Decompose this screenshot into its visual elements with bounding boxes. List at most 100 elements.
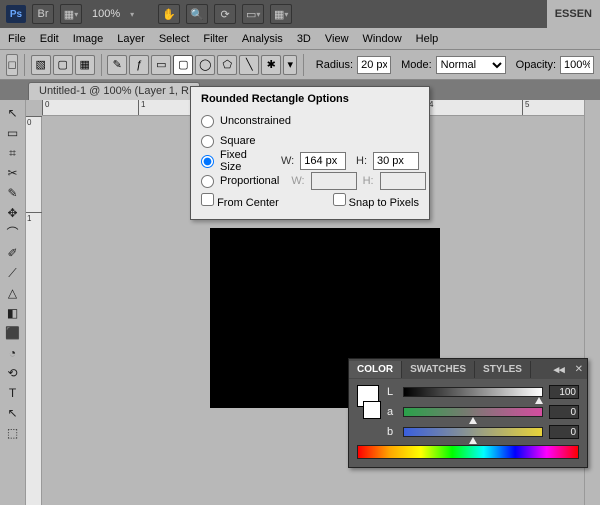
panel-collapse-icon[interactable]: ◂◂ (548, 360, 571, 379)
healing-tool[interactable]: ✥ (3, 204, 23, 222)
a-slider[interactable] (403, 407, 543, 417)
custom-shape-icon[interactable]: ✱ (261, 55, 281, 75)
menu-3d[interactable]: 3D (297, 33, 311, 45)
fixed-size-label: Fixed Size (220, 149, 267, 173)
blur-tool[interactable]: ⬛ (3, 324, 23, 342)
color-panel[interactable]: COLOR SWATCHES STYLES ◂◂ ✕ L a b (348, 358, 588, 468)
freeform-pen-icon[interactable]: ƒ (129, 55, 149, 75)
from-center-checkbox[interactable] (201, 193, 214, 206)
rotate-view-button[interactable]: ⟳ (214, 4, 236, 24)
workspace-label[interactable]: ESSEN (547, 0, 600, 28)
ellipse-icon[interactable]: ◯ (195, 55, 215, 75)
color-panel-titlebar[interactable]: COLOR SWATCHES STYLES ◂◂ ✕ (349, 359, 587, 379)
zoom-menu-icon[interactable]: ▾ (130, 10, 134, 19)
L-slider[interactable] (403, 387, 543, 397)
lasso-tool[interactable]: ⌗ (3, 144, 23, 162)
menu-image[interactable]: Image (73, 33, 104, 45)
bridge-button[interactable]: Br (32, 4, 54, 24)
ruler-v-tick: 1 (26, 212, 42, 223)
b-value[interactable] (549, 425, 579, 439)
rectangle-icon[interactable]: ▭ (151, 55, 171, 75)
zoom-tool-button[interactable]: 🔍 (186, 4, 208, 24)
document-tab[interactable]: Untitled-1 @ 100% (Layer 1, R (28, 82, 200, 100)
type-tool[interactable]: T (3, 384, 23, 402)
width-input[interactable] (300, 152, 346, 170)
proportional-radio[interactable] (201, 175, 214, 188)
marquee-tool[interactable]: ▭ (3, 124, 23, 142)
shape-layers-button[interactable]: ▧ (31, 55, 51, 75)
eyedropper-tool[interactable]: ✎ (3, 184, 23, 202)
menu-filter[interactable]: Filter (203, 33, 227, 45)
polygon-icon[interactable]: ⬠ (217, 55, 237, 75)
prop-height-input (380, 172, 426, 190)
menu-file[interactable]: File (8, 33, 26, 45)
eraser-tool[interactable]: △ (3, 284, 23, 302)
fill-pixels-button[interactable]: ▦ (75, 55, 95, 75)
b-thumb[interactable] (469, 437, 477, 444)
L-thumb[interactable] (535, 397, 543, 404)
opacity-input[interactable] (560, 56, 594, 74)
path-select-tool[interactable]: ↖ (3, 404, 23, 422)
line-icon[interactable]: ╲ (239, 55, 259, 75)
rounded-rectangle-icon[interactable]: ▢ (173, 55, 193, 75)
paths-button[interactable]: ▢ (53, 55, 73, 75)
menu-bar: File Edit Image Layer Select Filter Anal… (0, 28, 600, 50)
gradient-tool[interactable]: ◧ (3, 304, 23, 322)
shape-layer-mode: ▧ ▢ ▦ (31, 55, 95, 75)
ruler-h-tick: 5 (522, 100, 529, 116)
tools-panel: ↖ ▭ ⌗ ✂ ✎ ✥ ⌒ ✐ ⟋ △ ◧ ⬛ ◔ ⟲ T ↖ ⬚ (0, 100, 26, 505)
height-input[interactable] (373, 152, 419, 170)
brush-tool[interactable]: ⌒ (3, 224, 23, 242)
height-label: H: (352, 155, 367, 167)
menu-window[interactable]: Window (363, 33, 402, 45)
background-swatch[interactable] (363, 401, 381, 419)
snap-label: Snap to Pixels (349, 197, 419, 209)
menu-edit[interactable]: Edit (40, 33, 59, 45)
menu-analysis[interactable]: Analysis (242, 33, 283, 45)
extras-button[interactable]: ▦▾ (270, 4, 292, 24)
square-label: Square (220, 135, 255, 147)
a-value[interactable] (549, 405, 579, 419)
shape-options-chevron-icon[interactable]: ▾ (283, 55, 297, 75)
square-radio[interactable] (201, 135, 214, 148)
pen-tool[interactable]: ⟲ (3, 364, 23, 382)
prop-width-input (311, 172, 357, 190)
current-tool-icon[interactable]: ◻ (6, 54, 18, 76)
shape-tool[interactable]: ⬚ (3, 424, 23, 442)
pen-icon[interactable]: ✎ (107, 55, 127, 75)
mode-select[interactable]: Normal (436, 56, 506, 74)
arrange-button[interactable]: ▦▾ (60, 4, 82, 24)
b-slider[interactable] (403, 427, 543, 437)
ruler-v-tick: 0 (26, 116, 42, 127)
styles-tab[interactable]: STYLES (475, 361, 531, 378)
menu-view[interactable]: View (325, 33, 349, 45)
ruler-h-tick: 0 (42, 100, 49, 116)
prop-width-label: W: (291, 175, 304, 187)
snap-to-pixels-checkbox[interactable] (333, 193, 346, 206)
menu-help[interactable]: Help (416, 33, 439, 45)
screen-mode-button[interactable]: ▭▾ (242, 4, 264, 24)
panel-close-icon[interactable]: ✕ (571, 364, 587, 375)
swatches-tab[interactable]: SWATCHES (402, 361, 475, 378)
menu-select[interactable]: Select (159, 33, 190, 45)
radius-input[interactable] (357, 56, 391, 74)
a-thumb[interactable] (469, 417, 477, 424)
history-brush-tool[interactable]: ⟋ (3, 264, 23, 282)
menu-layer[interactable]: Layer (117, 33, 145, 45)
color-tab[interactable]: COLOR (349, 361, 402, 378)
fg-bg-swatches[interactable] (357, 385, 381, 439)
fixed-size-radio[interactable] (201, 155, 214, 168)
unconstrained-radio[interactable] (201, 115, 214, 128)
proportional-label: Proportional (220, 175, 279, 187)
crop-tool[interactable]: ✂ (3, 164, 23, 182)
L-value[interactable] (549, 385, 579, 399)
ruler-vertical[interactable]: 0 1 (26, 116, 42, 505)
ruler-h-tick: 1 (138, 100, 145, 116)
stamp-tool[interactable]: ✐ (3, 244, 23, 262)
hand-tool-button[interactable]: ✋ (158, 4, 180, 24)
popup-title: Rounded Rectangle Options (201, 93, 419, 105)
move-tool[interactable]: ↖ (3, 104, 23, 122)
L-label: L (387, 386, 397, 398)
dodge-tool[interactable]: ◔ (3, 344, 23, 362)
color-ramp[interactable] (357, 445, 579, 459)
